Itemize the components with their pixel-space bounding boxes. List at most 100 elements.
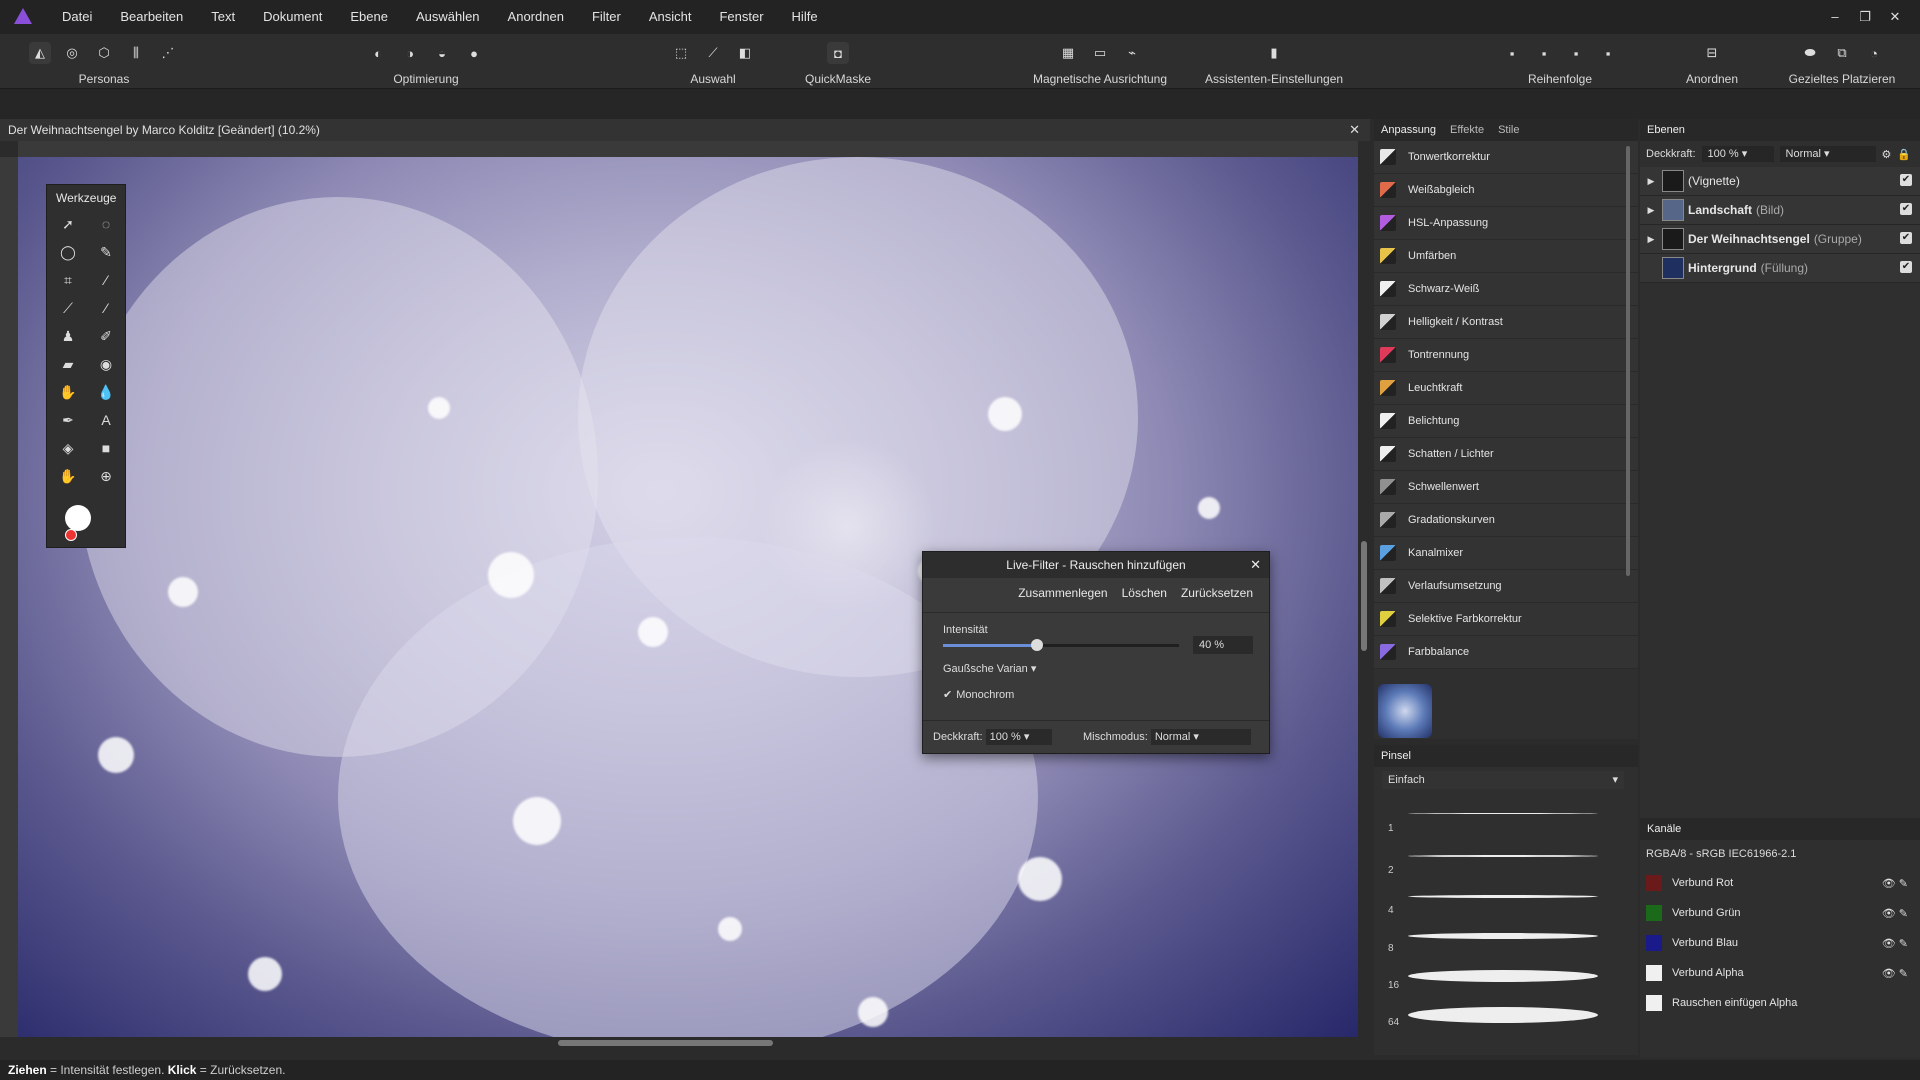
blend-mode-dropdown[interactable]: Normal ▾: [1150, 729, 1251, 745]
quickmask-icon[interactable]: ◘: [827, 42, 849, 64]
menu-1[interactable]: Bearbeiten: [106, 0, 197, 34]
paint-brush-icon[interactable]: ⟋: [49, 297, 87, 319]
crop-tool-icon[interactable]: ⌗: [49, 269, 87, 291]
channel-row[interactable]: Verbund Blau 👁 ✎: [1640, 928, 1920, 958]
reset-button[interactable]: Zurücksetzen: [1181, 586, 1253, 608]
auto-contrast-icon[interactable]: ◑: [399, 42, 421, 64]
layer-row[interactable]: ▶ (Vignette) ✔: [1640, 167, 1920, 196]
snapping-align-icon[interactable]: ▭: [1089, 42, 1111, 64]
eye-icon[interactable]: 👁 ✎: [1882, 907, 1908, 920]
layer-opacity-field[interactable]: 100 % ▾: [1701, 146, 1774, 162]
primary-color-swatch[interactable]: [65, 505, 91, 531]
ruler-horizontal[interactable]: [18, 141, 1358, 158]
layer-row[interactable]: Hintergrund (Füllung) ✔: [1640, 254, 1920, 283]
adjustment-item[interactable]: Verlaufsumsetzung: [1374, 570, 1638, 603]
menu-4[interactable]: Ebene: [336, 0, 402, 34]
restore-icon[interactable]: ❐: [1850, 0, 1880, 34]
place-inside-icon[interactable]: ⬬: [1799, 42, 1821, 64]
order-forward-icon[interactable]: ▪: [1565, 42, 1587, 64]
develop-persona-icon[interactable]: ⬡: [93, 42, 115, 64]
ruler-vertical[interactable]: [0, 157, 19, 1037]
adjustment-item[interactable]: Weißabgleich: [1374, 174, 1638, 207]
export-persona-icon[interactable]: ⋰: [157, 42, 179, 64]
eraser-tool-icon[interactable]: ▰: [49, 353, 87, 375]
menu-5[interactable]: Auswählen: [402, 0, 494, 34]
layer-visibility-checkbox[interactable]: ✔: [1900, 174, 1912, 186]
lock-icon[interactable]: 🔒: [1897, 148, 1911, 161]
liquify-persona-icon[interactable]: ◎: [61, 42, 83, 64]
adjustment-item[interactable]: Kanalmixer: [1374, 537, 1638, 570]
adjustment-item[interactable]: Leuchtkraft: [1374, 372, 1638, 405]
tab-adjust-0[interactable]: Anpassung: [1374, 124, 1443, 136]
pen-tool-icon[interactable]: ✒: [49, 409, 87, 431]
auto-colors-icon[interactable]: ◒: [431, 42, 453, 64]
snapping-grid-icon[interactable]: ▦: [1057, 42, 1079, 64]
brush-preset[interactable]: [1408, 1007, 1598, 1023]
monochrome-checkbox[interactable]: ✔ Monochrom: [943, 688, 1014, 702]
layer-blend-dropdown[interactable]: Normal ▾: [1779, 146, 1876, 162]
eye-icon[interactable]: 👁 ✎: [1882, 877, 1908, 890]
brush-preset[interactable]: [1408, 970, 1598, 982]
preset-thumbnail[interactable]: [1378, 684, 1432, 738]
dialog-close-icon[interactable]: ✕: [1250, 552, 1261, 578]
eye-icon[interactable]: 👁 ✎: [1882, 967, 1908, 980]
adjustment-item[interactable]: Selektive Farbkorrektur: [1374, 603, 1638, 636]
deselect-icon[interactable]: ⟋: [702, 42, 724, 64]
snapping-magnet-icon[interactable]: ⌁: [1121, 42, 1143, 64]
minimize-icon[interactable]: –: [1820, 0, 1850, 34]
brush-preset[interactable]: [1408, 895, 1598, 898]
layer-row[interactable]: ▶ Landschaft (Bild) ✔: [1640, 196, 1920, 225]
brush-preset[interactable]: [1408, 933, 1598, 939]
burn-tool-icon[interactable]: ✋: [49, 381, 87, 403]
channel-row[interactable]: Verbund Rot 👁 ✎: [1640, 868, 1920, 898]
selection-brush-icon[interactable]: ✎: [87, 241, 125, 263]
adjustment-item[interactable]: Helligkeit / Kontrast: [1374, 306, 1638, 339]
tonemapping-persona-icon[interactable]: ⫼: [125, 42, 147, 64]
tab-adjust-2[interactable]: Stile: [1491, 124, 1526, 136]
assistant-icon[interactable]: ▮: [1263, 42, 1285, 64]
expand-arrow-icon[interactable]: ▶: [1644, 205, 1658, 216]
adjustment-item[interactable]: Gradationskurven: [1374, 504, 1638, 537]
document-tab[interactable]: Der Weihnachtsengel by Marco Kolditz [Ge…: [0, 119, 1370, 141]
menu-6[interactable]: Anordnen: [494, 0, 578, 34]
intensity-slider-handle[interactable]: [1031, 639, 1044, 651]
layer-visibility-checkbox[interactable]: ✔: [1900, 203, 1912, 215]
menu-8[interactable]: Ansicht: [635, 0, 706, 34]
adjustment-item[interactable]: Schwarz-Weiß: [1374, 273, 1638, 306]
shape-tool-icon[interactable]: ■: [87, 437, 125, 459]
eye-icon[interactable]: 👁 ✎: [1882, 937, 1908, 950]
opacity-field[interactable]: 100 % ▾: [985, 729, 1052, 745]
channel-row[interactable]: Verbund Alpha 👁 ✎: [1640, 958, 1920, 988]
place-front-icon[interactable]: ◔: [1863, 42, 1885, 64]
close-window-icon[interactable]: ✕: [1880, 0, 1910, 34]
menu-10[interactable]: Hilfe: [778, 0, 832, 34]
expand-arrow-icon[interactable]: ▶: [1644, 176, 1658, 187]
distribution-dropdown[interactable]: Gaußsche Varian ▾: [943, 662, 1036, 675]
channel-row[interactable]: Verbund Grün 👁 ✎: [1640, 898, 1920, 928]
tab-layers[interactable]: Ebenen: [1640, 124, 1692, 136]
color-picker-icon[interactable]: ⁄: [87, 269, 125, 291]
order-back-icon[interactable]: ▪: [1501, 42, 1523, 64]
adjustment-item[interactable]: Farbbalance: [1374, 636, 1638, 669]
move-tool-icon[interactable]: ➚: [49, 213, 87, 235]
text-tool-icon[interactable]: A: [87, 409, 125, 431]
menu-3[interactable]: Dokument: [249, 0, 336, 34]
layer-row[interactable]: ▶ Der Weihnachtsengel (Gruppe) ✔: [1640, 225, 1920, 254]
adjustments-scrollbar[interactable]: [1624, 146, 1632, 736]
adjustment-item[interactable]: Tonwertkorrektur: [1374, 141, 1638, 174]
tab-brushes[interactable]: Pinsel: [1374, 750, 1418, 762]
merge-button[interactable]: Zusammenlegen: [1018, 586, 1107, 608]
fill-tool-icon[interactable]: ◈: [49, 437, 87, 459]
adjustment-item[interactable]: Schatten / Lichter: [1374, 438, 1638, 471]
dodge-tool-icon[interactable]: ◉: [87, 353, 125, 375]
intensity-slider[interactable]: [943, 639, 1179, 651]
menu-7[interactable]: Filter: [578, 0, 635, 34]
select-all-icon[interactable]: ⬚: [670, 42, 692, 64]
photo-persona-icon[interactable]: ◭: [29, 42, 51, 64]
menu-2[interactable]: Text: [197, 0, 249, 34]
tab-channels[interactable]: Kanäle: [1640, 823, 1688, 835]
adjustment-item[interactable]: Umfärben: [1374, 240, 1638, 273]
delete-button[interactable]: Löschen: [1122, 586, 1167, 608]
hand-tool-icon[interactable]: ✋: [49, 465, 87, 487]
invert-selection-icon[interactable]: ◧: [734, 42, 756, 64]
